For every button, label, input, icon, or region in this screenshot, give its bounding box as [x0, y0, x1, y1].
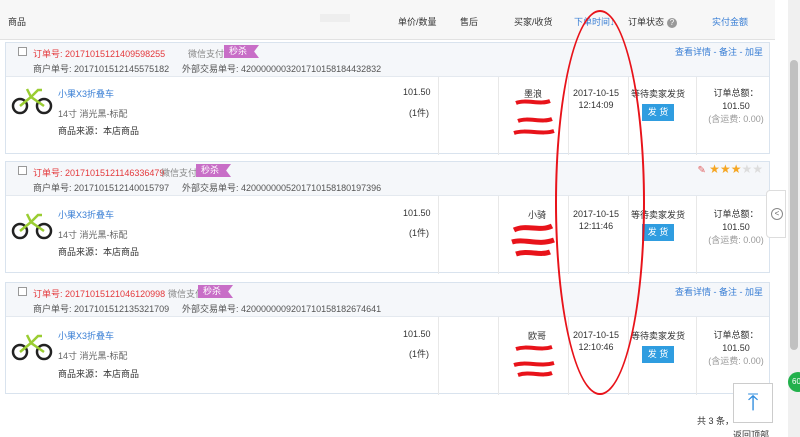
merchant-number: 商户单号: 2017101512145575182 — [33, 64, 170, 74]
product-image[interactable] — [11, 85, 53, 115]
sort-order-time[interactable]: 下单时间↓ — [574, 15, 615, 28]
divider — [568, 196, 569, 274]
product-name[interactable]: 小果X3折叠车 — [58, 208, 114, 221]
order-top: 订单号: 20171015121409598255 微信支付 秒杀 商户单号: … — [6, 43, 769, 77]
order-ops[interactable]: 查看详情 - 备注 - 加星 — [675, 285, 763, 298]
header-price-qty: 单价/数量 — [398, 17, 437, 27]
arrow-left-icon: < — [771, 208, 783, 220]
order-time: 2017-10-15 12:10:46 — [572, 330, 620, 352]
order-total: 订单总额： 101.50 (含运费: 0.00) — [708, 330, 764, 366]
quantity: (1件) — [409, 108, 429, 118]
product-spec: 14寸 消光黑-标配 — [58, 109, 128, 119]
flash-sale-tag: 秒杀 — [198, 285, 234, 298]
table-header: 商品 单价/数量 售后 买家/收货 下单时间↓ 订单状态? 实付金额 — [0, 0, 775, 40]
order-time: 2017-10-15 12:14:09 — [572, 88, 620, 110]
redaction-scribble — [513, 99, 555, 135]
unit-price: 101.50 — [403, 329, 431, 339]
order-total: 订单总额： 101.50 (含运费: 0.00) — [708, 209, 764, 245]
order-status: 等待卖家发货 — [631, 89, 686, 99]
divider — [628, 196, 629, 274]
scroll-top-button[interactable]: ⤒ — [733, 383, 773, 423]
ship-button[interactable]: 发 货 — [642, 346, 674, 363]
divider — [438, 77, 439, 155]
side-collapse-button[interactable]: < — [766, 190, 786, 238]
order-checkbox[interactable] — [18, 47, 27, 56]
unit-price: 101.50 — [403, 87, 431, 97]
product-name[interactable]: 小果X3折叠车 — [58, 87, 114, 100]
star-icon[interactable]: ★ — [752, 162, 763, 176]
order-top: 订单号: 20171015121146336479 微信支付 秒杀 商户单号: … — [6, 162, 769, 196]
order-card: 订单号: 20171015121146336479 微信支付 秒杀 商户单号: … — [5, 161, 770, 274]
star-icon[interactable]: ★ — [731, 162, 742, 176]
star-icon[interactable]: ★ — [741, 162, 752, 176]
buyer-name[interactable]: 欧哥 — [528, 329, 546, 342]
product-source: 商品来源：本店商品 — [58, 369, 140, 379]
blurred-area — [320, 14, 350, 22]
divider — [498, 77, 499, 155]
divider — [568, 77, 569, 155]
result-count: 共 3 条， — [697, 416, 735, 426]
divider — [696, 196, 697, 274]
ship-button[interactable]: 发 货 — [642, 224, 674, 241]
order-checkbox[interactable] — [18, 287, 27, 296]
sort-paid-amount[interactable]: 实付金额 — [712, 15, 748, 28]
header-buyer: 买家/收货 — [514, 17, 553, 27]
product-name[interactable]: 小果X3折叠车 — [58, 329, 114, 342]
header-order-status: 订单状态? — [628, 15, 678, 28]
header-after-sale: 售后 — [460, 17, 479, 27]
pay-method: 微信支付 — [188, 49, 225, 59]
arrow-up-icon: ⤒ — [747, 389, 759, 416]
divider — [628, 317, 629, 395]
pay-method: 微信支付 — [161, 168, 198, 178]
flash-sale-tag: 秒杀 — [224, 45, 260, 58]
order-time: 2017-10-15 12:11:46 — [572, 209, 620, 231]
product-image[interactable] — [11, 331, 53, 361]
question-mark-icon[interactable]: ? — [667, 18, 678, 28]
order-total: 订单总额： 101.50 (含运费: 0.00) — [708, 88, 764, 124]
order-top: 订单号: 20171015121046120998 微信支付 秒杀 商户单号: … — [6, 283, 769, 317]
redaction-scribble — [513, 345, 555, 377]
product-source: 商品来源：本店商品 — [58, 126, 140, 136]
merchant-number: 商户单号: 2017101512140015797 — [33, 183, 170, 193]
order-number: 订单号: 20171015121409598255 — [33, 49, 166, 59]
order-number: 订单号: 20171015121146336479 — [33, 168, 165, 178]
flash-sale-tag: 秒杀 — [196, 164, 232, 177]
divider — [498, 317, 499, 395]
external-number: 外部交易单号: 4200000003201710158184432832 — [182, 64, 382, 74]
external-number: 外部交易单号: 4200000009201710158182674641 — [182, 304, 382, 314]
quantity: (1件) — [409, 228, 429, 238]
redaction-scribble — [511, 223, 555, 257]
product-image[interactable] — [11, 210, 53, 240]
eraser-icon[interactable]: ✎ — [697, 165, 705, 176]
divider — [568, 317, 569, 395]
unit-price: 101.50 — [403, 208, 431, 218]
star-rating[interactable]: ✎ ★★★★★ — [697, 162, 763, 176]
divider — [438, 317, 439, 395]
order-card: 订单号: 20171015121046120998 微信支付 秒杀 商户单号: … — [5, 282, 770, 395]
divider — [628, 77, 629, 155]
order-status: 等待卖家发货 — [631, 331, 686, 341]
order-checkbox[interactable] — [18, 166, 27, 175]
product-source: 商品来源：本店商品 — [58, 247, 140, 257]
ship-button[interactable]: 发 货 — [642, 104, 674, 121]
star-icon[interactable]: ★ — [709, 162, 720, 176]
scrollbar-thumb[interactable] — [790, 60, 798, 350]
divider — [696, 77, 697, 155]
product-spec: 14寸 消光黑-标配 — [58, 230, 128, 240]
product-spec: 14寸 消光黑-标配 — [58, 351, 128, 361]
order-status: 等待卖家发货 — [631, 210, 686, 220]
back-to-top-link[interactable]: 返回顶部 — [733, 428, 769, 437]
quantity: (1件) — [409, 349, 429, 359]
header-product: 商品 — [8, 17, 27, 27]
order-number: 订单号: 20171015121046120998 — [33, 289, 166, 299]
star-icon[interactable]: ★ — [720, 162, 731, 176]
order-ops[interactable]: 查看详情 - 备注 - 加星 — [675, 45, 763, 58]
divider — [696, 317, 697, 395]
order-card: 订单号: 20171015121409598255 微信支付 秒杀 商户单号: … — [5, 42, 770, 155]
external-number: 外部交易单号: 4200000005201710158180197396 — [182, 183, 382, 193]
merchant-number: 商户单号: 2017101512135321709 — [33, 304, 170, 314]
divider — [438, 196, 439, 274]
divider — [498, 196, 499, 274]
